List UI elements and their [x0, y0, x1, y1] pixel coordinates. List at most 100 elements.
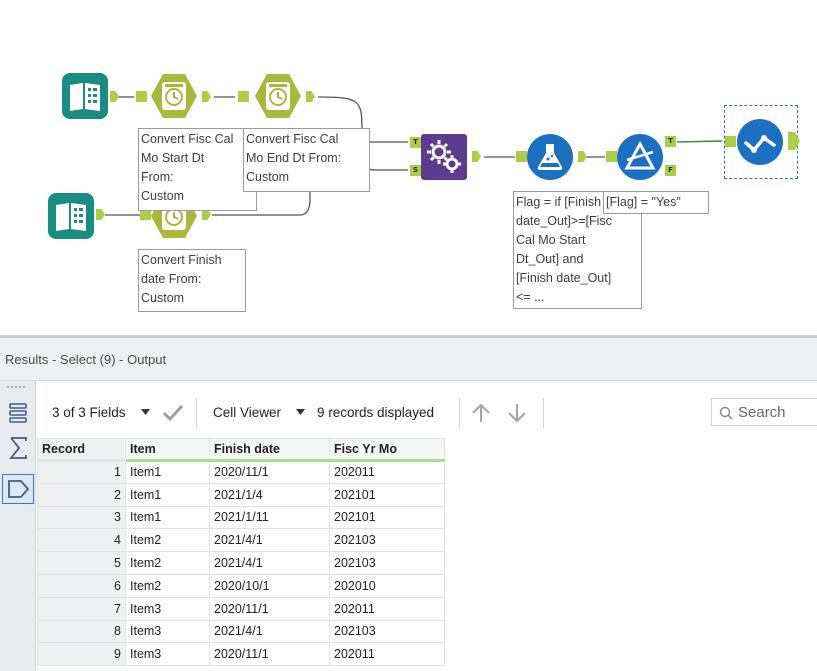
tag-icon: [8, 480, 30, 498]
item-cell[interactable]: Item3: [125, 642, 210, 667]
grid-header-row: Record Item Finish date Fisc Yr Mo: [37, 438, 445, 462]
item-cell[interactable]: Item1: [125, 505, 210, 530]
grip-handle-icon[interactable]: [6, 385, 28, 389]
table-row[interactable]: 9 Item3 2020/11/1 202011: [37, 642, 445, 667]
search-box[interactable]: [711, 398, 817, 426]
datetime-tool-1[interactable]: [151, 73, 197, 119]
join-right-anchor[interactable]: S: [410, 165, 421, 176]
data-view-button[interactable]: [2, 474, 34, 504]
item-cell[interactable]: Item1: [125, 460, 210, 484]
item-cell[interactable]: Item2: [125, 573, 210, 598]
sigma-icon: [9, 437, 27, 459]
item-cell[interactable]: Item3: [125, 596, 210, 621]
column-header-fisc-yr-mo[interactable]: Fisc Yr Mo: [329, 438, 445, 462]
connection-wires: [105, 96, 723, 216]
table-row[interactable]: 2 Item1 2021/1/4 202101: [37, 482, 445, 507]
join-left-anchor[interactable]: T: [410, 137, 421, 148]
browse-tool[interactable]: [737, 119, 783, 165]
input-anchor[interactable]: [136, 91, 147, 102]
check-browse-icon: [737, 119, 783, 165]
table-row[interactable]: 7 Item3 2020/11/1 202011: [37, 596, 445, 621]
caret-down-icon[interactable]: [296, 409, 305, 415]
input-anchor[interactable]: [725, 136, 736, 147]
results-left-rail: [0, 381, 36, 671]
fisc-yr-mo-cell[interactable]: 202011: [329, 596, 445, 621]
table-row[interactable]: 6 Item2 2020/10/1 202010: [37, 573, 445, 598]
toolbar-separator: [543, 398, 544, 428]
fisc-yr-mo-cell[interactable]: 202103: [329, 528, 445, 553]
wire-filter-true-to-browse: [676, 140, 723, 143]
cell-viewer-selector[interactable]: Cell Viewer: [213, 405, 281, 420]
record-cell: 1: [37, 460, 126, 484]
gears-join-icon: [421, 134, 467, 180]
results-toolbar: 3 of 3 Fields Cell Viewer 9 records disp…: [36, 381, 817, 437]
record-cell: 5: [37, 551, 126, 575]
finish-date-cell[interactable]: 2020/11/1: [209, 460, 330, 484]
search-input[interactable]: [738, 402, 817, 422]
table-row[interactable]: 4 Item2 2021/4/1 202103: [37, 528, 445, 553]
input-data-tool-1[interactable]: [62, 73, 108, 119]
record-cell: 7: [37, 596, 126, 621]
table-row[interactable]: 1 Item1 2020/11/1 202011: [37, 460, 445, 484]
fisc-yr-mo-cell[interactable]: 202010: [329, 573, 445, 598]
join-tool[interactable]: [421, 134, 467, 180]
filter-true-anchor[interactable]: T: [665, 136, 676, 147]
triangle-filter-icon: [617, 134, 663, 180]
record-cell: 3: [37, 505, 126, 530]
formula-tool[interactable]: [527, 134, 573, 180]
finish-date-cell[interactable]: 2021/4/1: [209, 551, 330, 575]
arrow-up-icon[interactable]: [470, 402, 492, 424]
toolbar-separator: [196, 398, 197, 428]
column-header-finish-date[interactable]: Finish date: [209, 438, 330, 462]
fisc-yr-mo-cell[interactable]: 202103: [329, 551, 445, 575]
search-icon: [719, 406, 733, 420]
column-header-record[interactable]: Record: [37, 438, 126, 462]
filter-tool[interactable]: [617, 134, 663, 180]
filter-false-anchor[interactable]: F: [665, 165, 676, 176]
record-cell: 6: [37, 573, 126, 598]
fisc-yr-mo-cell[interactable]: 202103: [329, 619, 445, 644]
input-anchor[interactable]: [606, 151, 617, 162]
column-header-item[interactable]: Item: [125, 438, 210, 462]
finish-date-cell[interactable]: 2020/10/1: [209, 573, 330, 598]
input-data-tool-2[interactable]: [48, 193, 94, 239]
fisc-yr-mo-cell[interactable]: 202011: [329, 642, 445, 667]
record-cell: 8: [37, 619, 126, 644]
fisc-yr-mo-cell[interactable]: 202011: [329, 460, 445, 484]
item-cell[interactable]: Item2: [125, 551, 210, 575]
item-cell[interactable]: Item2: [125, 528, 210, 553]
finish-date-cell[interactable]: 2021/4/1: [209, 619, 330, 644]
book-input-icon: [62, 73, 108, 119]
fields-view-button[interactable]: [2, 398, 34, 428]
finish-date-cell[interactable]: 2020/11/1: [209, 596, 330, 621]
input-anchor[interactable]: [516, 151, 527, 162]
finish-date-cell[interactable]: 2021/4/1: [209, 528, 330, 553]
checkmark-icon[interactable]: [161, 403, 185, 423]
item-cell[interactable]: Item3: [125, 619, 210, 644]
annotation-convert-end: Convert Fisc Cal Mo End Dt From: Custom: [243, 128, 370, 192]
list-lines-icon: [9, 403, 27, 423]
finish-date-cell[interactable]: 2021/1/4: [209, 482, 330, 507]
datetime-tool-2[interactable]: [255, 73, 301, 119]
fisc-yr-mo-cell[interactable]: 202101: [329, 505, 445, 530]
table-row[interactable]: 5 Item2 2021/4/1 202103: [37, 551, 445, 575]
workflow-canvas[interactable]: Convert Fisc Cal Mo Start Dt From: Custo…: [0, 0, 817, 335]
caret-down-icon[interactable]: [141, 409, 150, 415]
table-row[interactable]: 8 Item3 2021/4/1 202103: [37, 619, 445, 644]
input-anchor[interactable]: [238, 91, 249, 102]
fisc-yr-mo-cell[interactable]: 202101: [329, 482, 445, 507]
arrow-down-icon[interactable]: [506, 402, 528, 424]
finish-date-cell[interactable]: 2020/11/1: [209, 642, 330, 667]
book-input-icon: [48, 193, 94, 239]
clock-datetime-icon: [151, 74, 197, 118]
record-cell: 9: [37, 642, 126, 667]
table-row[interactable]: 3 Item1 2021/1/11 202101: [37, 505, 445, 530]
summary-view-button[interactable]: [2, 433, 34, 463]
results-grid[interactable]: Record Item Finish date Fisc Yr Mo 1 Item…: [37, 438, 445, 667]
annotation-convert-start: Convert Fisc Cal Mo Start Dt From: Custo…: [138, 128, 257, 211]
annotation-convert-finish: Convert Finish date From: Custom: [138, 249, 246, 312]
results-header: Results - Select (9) - Output: [0, 338, 817, 381]
fields-selector[interactable]: 3 of 3 Fields: [52, 405, 126, 420]
finish-date-cell[interactable]: 2021/1/11: [209, 505, 330, 530]
item-cell[interactable]: Item1: [125, 482, 210, 507]
